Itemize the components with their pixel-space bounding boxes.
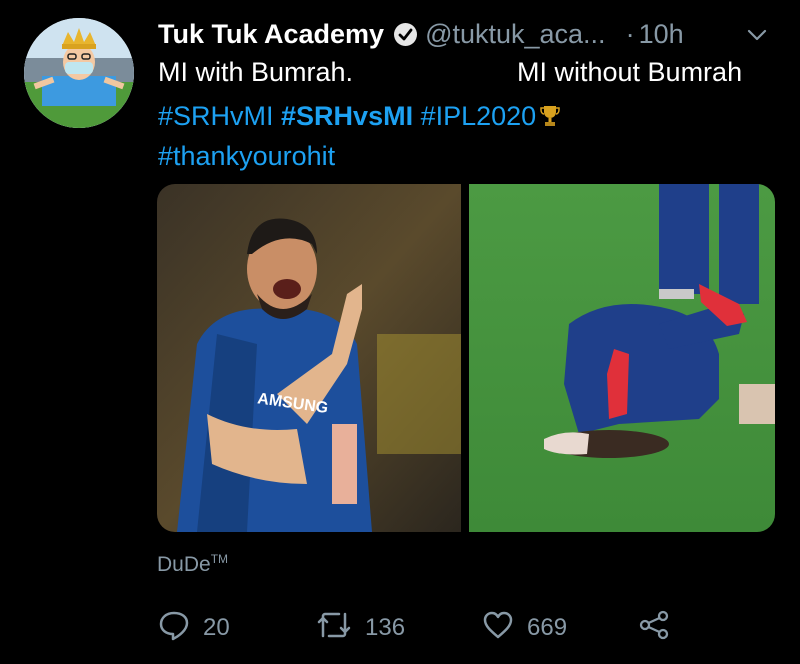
media-photo-fallen-player[interactable]: [469, 184, 775, 532]
fallen-player-image: [469, 184, 775, 532]
like-count: 669: [527, 614, 568, 641]
tweet-source: DuDeTM: [157, 552, 228, 577]
retweet-icon: [315, 608, 365, 649]
source-trademark: TM: [210, 552, 229, 566]
tweet-actions: 20 136 669: [157, 608, 777, 648]
heart-icon: [481, 608, 527, 649]
tweet-text-right: MI without Bumrah: [517, 57, 743, 87]
separator-dot: ·: [625, 18, 635, 49]
source-label: DuDe: [157, 553, 211, 576]
media-photo-celebrating-player[interactable]: AMSUNG: [157, 184, 461, 532]
author-avatar[interactable]: [24, 18, 134, 128]
retweet-button[interactable]: 136: [315, 608, 405, 648]
tweet-text-left: MI with Bumrah.: [158, 57, 354, 87]
reply-button[interactable]: 20: [157, 608, 230, 648]
tweet-header: Tuk Tuk Academy @tuktuk_aca... · 10h: [158, 14, 780, 54]
verified-badge-icon: [393, 22, 418, 47]
tweet-text-line: MI with Bumrah. MI without Bumrah: [158, 57, 778, 93]
tweet-time[interactable]: 10h: [639, 19, 684, 50]
reply-icon: [157, 608, 203, 649]
trophy-icon: [540, 99, 560, 126]
chevron-down-icon[interactable]: [744, 22, 770, 48]
like-button[interactable]: 669: [481, 608, 567, 648]
avatar-illustration: [24, 18, 134, 128]
tweet-media[interactable]: AMSUNG: [157, 184, 775, 532]
share-icon: [637, 608, 683, 649]
author-handle[interactable]: @tuktuk_aca...: [425, 19, 606, 50]
author-name[interactable]: Tuk Tuk Academy: [158, 19, 384, 50]
hashtag-srhvsmi[interactable]: #SRHvsMI: [281, 101, 413, 131]
hashtag-srhvmi[interactable]: #SRHvMI: [158, 101, 274, 131]
celebrating-player-image: AMSUNG: [157, 184, 461, 532]
reply-count: 20: [203, 614, 230, 641]
hashtags: #SRHvMI #SRHvsMI #IPL2020 #thankyourohit: [158, 96, 758, 176]
hashtag-thankyourohit[interactable]: #thankyourohit: [158, 141, 335, 171]
retweet-count: 136: [365, 614, 406, 641]
hashtag-ipl2020[interactable]: #IPL2020: [421, 101, 537, 131]
share-button[interactable]: [637, 608, 683, 648]
